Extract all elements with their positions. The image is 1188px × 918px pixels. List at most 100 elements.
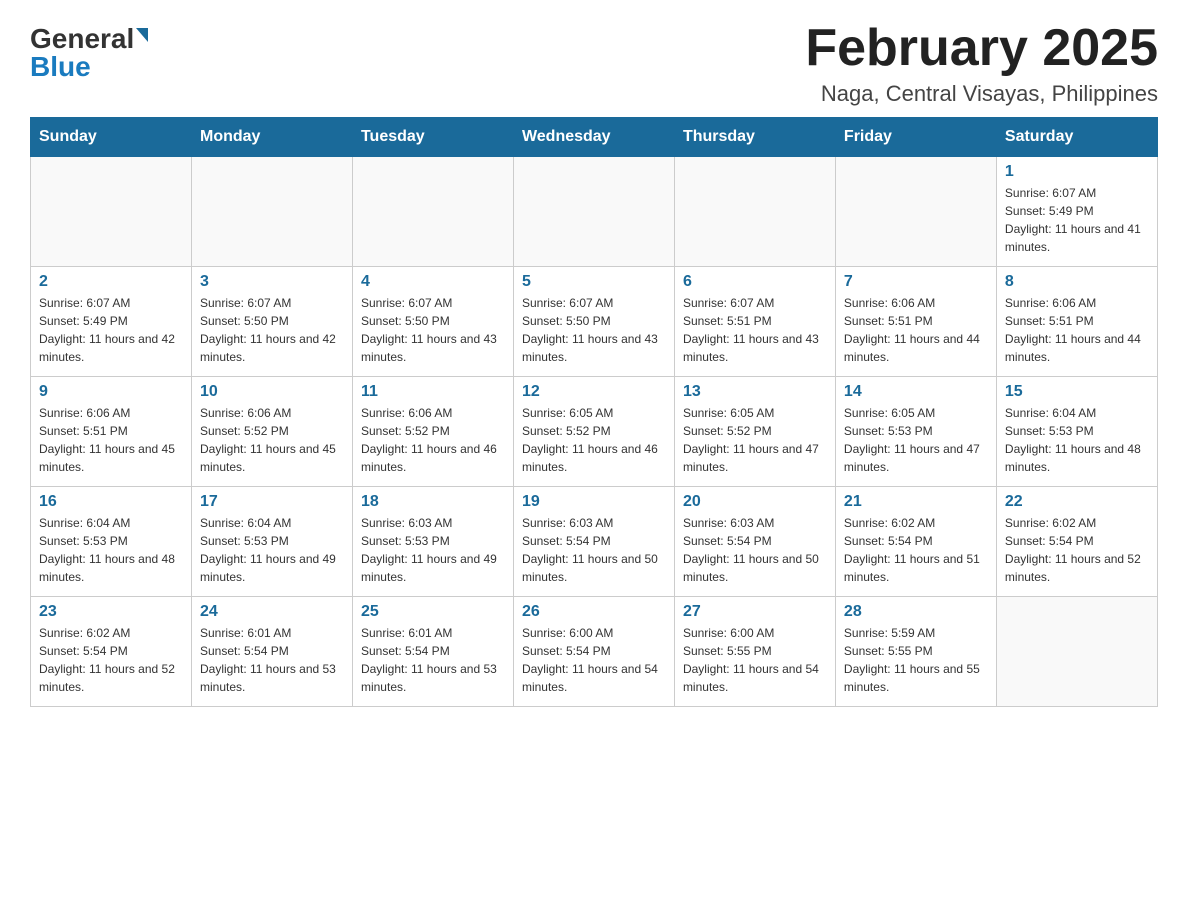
day-number: 11 <box>361 383 505 401</box>
calendar-day-cell <box>352 157 513 267</box>
calendar-day-cell: 24Sunrise: 6:01 AMSunset: 5:54 PMDayligh… <box>191 597 352 707</box>
calendar-day-cell: 25 Sunrise: 6:01 AMSunset: 5:54 PMDayligh… <box>352 597 513 707</box>
calendar-day-cell: 12 Sunrise: 6:05 AMSunset: 5:52 PMDayligh… <box>513 377 674 487</box>
calendar-day-cell: 10 Sunrise: 6:06 AMSunset: 5:52 PMDayligh… <box>191 377 352 487</box>
day-info: Sunrise: 6:04 AMSunset: 5:53 PMDaylight:… <box>200 514 344 586</box>
calendar-day-cell <box>191 157 352 267</box>
day-number: 20 <box>683 493 827 511</box>
day-info: Sunrise: 6:06 AMSunset: 5:52 PMDaylight:… <box>200 404 344 476</box>
day-info: Sunrise: 6:02 AMSunset: 5:54 PMDaylight:… <box>1005 514 1149 586</box>
day-number: 7 <box>844 273 988 291</box>
day-info: Sunrise: 6:03 AMSunset: 5:53 PMDaylight:… <box>361 514 505 586</box>
day-info: Sunrise: 6:06 AMSunset: 5:51 PMDaylight:… <box>1005 294 1149 366</box>
calendar-day-cell <box>835 157 996 267</box>
calendar-day-cell: 18 Sunrise: 6:03 AMSunset: 5:53 PMDayligh… <box>352 487 513 597</box>
day-info: Sunrise: 6:00 AMSunset: 5:54 PMDaylight:… <box>522 624 666 696</box>
day-number: 23 <box>39 603 183 621</box>
calendar-day-cell: 26 Sunrise: 6:00 AMSunset: 5:54 PMDayligh… <box>513 597 674 707</box>
day-info: Sunrise: 6:02 AMSunset: 5:54 PMDaylight:… <box>844 514 988 586</box>
day-number: 4 <box>361 273 505 291</box>
day-number: 12 <box>522 383 666 401</box>
calendar-header-sunday: Sunday <box>31 118 192 157</box>
day-info: Sunrise: 6:07 AMSunset: 5:49 PMDaylight:… <box>39 294 183 366</box>
calendar-day-cell: 20 Sunrise: 6:03 AMSunset: 5:54 PMDayligh… <box>674 487 835 597</box>
day-number: 15 <box>1005 383 1149 401</box>
calendar-header-friday: Friday <box>835 118 996 157</box>
calendar-week-row: 1 Sunrise: 6:07 AMSunset: 5:49 PMDaylight… <box>31 157 1158 267</box>
calendar-day-cell <box>674 157 835 267</box>
calendar-day-cell: 17 Sunrise: 6:04 AMSunset: 5:53 PMDayligh… <box>191 487 352 597</box>
logo-arrow-icon <box>136 28 148 42</box>
day-info: Sunrise: 6:00 AMSunset: 5:55 PMDaylight:… <box>683 624 827 696</box>
calendar-day-cell: 15 Sunrise: 6:04 AMSunset: 5:53 PMDayligh… <box>996 377 1157 487</box>
day-number: 6 <box>683 273 827 291</box>
calendar-day-cell: 11 Sunrise: 6:06 AMSunset: 5:52 PMDayligh… <box>352 377 513 487</box>
calendar-header-wednesday: Wednesday <box>513 118 674 157</box>
location-title: Naga, Central Visayas, Philippines <box>805 81 1158 107</box>
calendar-day-cell: 28 Sunrise: 5:59 AMSunset: 5:55 PMDayligh… <box>835 597 996 707</box>
day-number: 25 <box>361 603 505 621</box>
calendar-header-monday: Monday <box>191 118 352 157</box>
day-info: Sunrise: 6:05 AMSunset: 5:52 PMDaylight:… <box>522 404 666 476</box>
day-number: 1 <box>1005 163 1149 181</box>
calendar-week-row: 2 Sunrise: 6:07 AMSunset: 5:49 PMDaylight… <box>31 267 1158 377</box>
calendar-week-row: 23Sunrise: 6:02 AMSunset: 5:54 PMDayligh… <box>31 597 1158 707</box>
month-title: February 2025 <box>805 20 1158 77</box>
calendar-header-row: SundayMondayTuesdayWednesdayThursdayFrid… <box>31 118 1158 157</box>
day-number: 18 <box>361 493 505 511</box>
calendar-day-cell: 6 Sunrise: 6:07 AMSunset: 5:51 PMDaylight… <box>674 267 835 377</box>
day-info: Sunrise: 6:03 AMSunset: 5:54 PMDaylight:… <box>683 514 827 586</box>
calendar-day-cell: 22 Sunrise: 6:02 AMSunset: 5:54 PMDayligh… <box>996 487 1157 597</box>
title-section: February 2025 Naga, Central Visayas, Phi… <box>805 20 1158 107</box>
day-info: Sunrise: 5:59 AMSunset: 5:55 PMDaylight:… <box>844 624 988 696</box>
day-number: 3 <box>200 273 344 291</box>
day-info: Sunrise: 6:04 AMSunset: 5:53 PMDaylight:… <box>39 514 183 586</box>
day-number: 9 <box>39 383 183 401</box>
calendar-day-cell <box>996 597 1157 707</box>
calendar-day-cell: 14Sunrise: 6:05 AMSunset: 5:53 PMDayligh… <box>835 377 996 487</box>
day-info: Sunrise: 6:07 AMSunset: 5:49 PMDaylight:… <box>1005 184 1149 256</box>
day-number: 10 <box>200 383 344 401</box>
calendar-week-row: 16 Sunrise: 6:04 AMSunset: 5:53 PMDayligh… <box>31 487 1158 597</box>
day-info: Sunrise: 6:05 AMSunset: 5:53 PMDaylight:… <box>844 404 988 476</box>
calendar-day-cell: 5Sunrise: 6:07 AMSunset: 5:50 PMDaylight… <box>513 267 674 377</box>
day-info: Sunrise: 6:01 AMSunset: 5:54 PMDaylight:… <box>361 624 505 696</box>
calendar-day-cell: 7 Sunrise: 6:06 AMSunset: 5:51 PMDaylight… <box>835 267 996 377</box>
day-info: Sunrise: 6:01 AMSunset: 5:54 PMDaylight:… <box>200 624 344 696</box>
calendar-header-saturday: Saturday <box>996 118 1157 157</box>
day-number: 16 <box>39 493 183 511</box>
logo: General Blue <box>30 20 148 81</box>
calendar-day-cell <box>513 157 674 267</box>
calendar-week-row: 9Sunrise: 6:06 AMSunset: 5:51 PMDaylight… <box>31 377 1158 487</box>
day-info: Sunrise: 6:07 AMSunset: 5:50 PMDaylight:… <box>200 294 344 366</box>
calendar-day-cell: 27 Sunrise: 6:00 AMSunset: 5:55 PMDayligh… <box>674 597 835 707</box>
day-number: 13 <box>683 383 827 401</box>
day-info: Sunrise: 6:06 AMSunset: 5:52 PMDaylight:… <box>361 404 505 476</box>
calendar-table: SundayMondayTuesdayWednesdayThursdayFrid… <box>30 117 1158 707</box>
calendar-day-cell: 21 Sunrise: 6:02 AMSunset: 5:54 PMDayligh… <box>835 487 996 597</box>
day-number: 22 <box>1005 493 1149 511</box>
logo-general-text: General <box>30 25 134 53</box>
day-number: 26 <box>522 603 666 621</box>
day-info: Sunrise: 6:03 AMSunset: 5:54 PMDaylight:… <box>522 514 666 586</box>
calendar-day-cell: 19Sunrise: 6:03 AMSunset: 5:54 PMDayligh… <box>513 487 674 597</box>
calendar-day-cell: 4Sunrise: 6:07 AMSunset: 5:50 PMDaylight… <box>352 267 513 377</box>
day-info: Sunrise: 6:04 AMSunset: 5:53 PMDaylight:… <box>1005 404 1149 476</box>
calendar-day-cell: 1 Sunrise: 6:07 AMSunset: 5:49 PMDaylight… <box>996 157 1157 267</box>
calendar-day-cell: 3 Sunrise: 6:07 AMSunset: 5:50 PMDaylight… <box>191 267 352 377</box>
day-number: 21 <box>844 493 988 511</box>
day-number: 8 <box>1005 273 1149 291</box>
day-info: Sunrise: 6:06 AMSunset: 5:51 PMDaylight:… <box>844 294 988 366</box>
calendar-day-cell: 9Sunrise: 6:06 AMSunset: 5:51 PMDaylight… <box>31 377 192 487</box>
day-info: Sunrise: 6:07 AMSunset: 5:50 PMDaylight:… <box>522 294 666 366</box>
day-number: 17 <box>200 493 344 511</box>
calendar-day-cell: 13Sunrise: 6:05 AMSunset: 5:52 PMDayligh… <box>674 377 835 487</box>
day-number: 2 <box>39 273 183 291</box>
page-header: General Blue February 2025 Naga, Central… <box>30 20 1158 107</box>
day-info: Sunrise: 6:07 AMSunset: 5:51 PMDaylight:… <box>683 294 827 366</box>
calendar-day-cell: 8 Sunrise: 6:06 AMSunset: 5:51 PMDaylight… <box>996 267 1157 377</box>
day-number: 27 <box>683 603 827 621</box>
day-number: 28 <box>844 603 988 621</box>
calendar-day-cell: 2 Sunrise: 6:07 AMSunset: 5:49 PMDaylight… <box>31 267 192 377</box>
calendar-day-cell: 16 Sunrise: 6:04 AMSunset: 5:53 PMDayligh… <box>31 487 192 597</box>
